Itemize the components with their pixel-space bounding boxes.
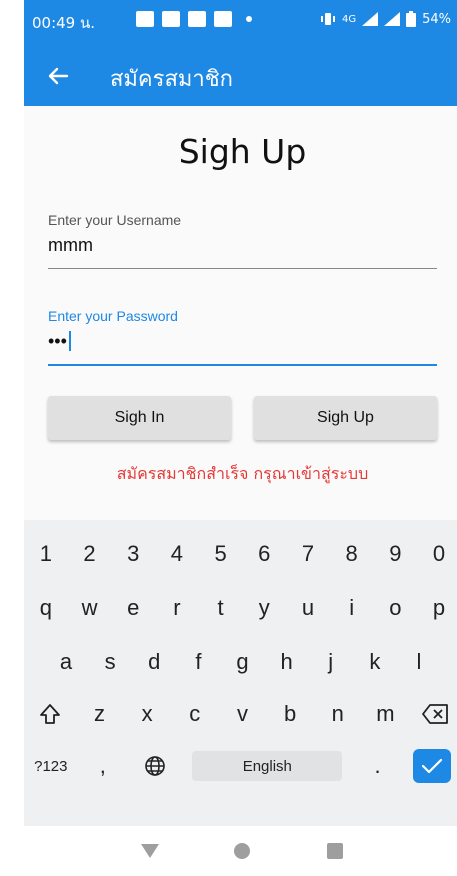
more-notifications-dot-icon: [246, 16, 252, 22]
battery-percent: 54%: [422, 11, 451, 27]
key-i[interactable]: i: [337, 586, 367, 630]
key-q[interactable]: q: [31, 586, 61, 630]
page-title: Sigh Up: [178, 132, 307, 171]
key-y[interactable]: y: [249, 586, 279, 630]
on-screen-keyboard: 1 2 3 4 5 6 7 8 9 0 q w e r t y u i o p …: [24, 520, 457, 826]
key-o[interactable]: o: [380, 586, 410, 630]
username-label: Enter your Username: [48, 212, 182, 228]
username-underline: [48, 268, 437, 269]
key-5[interactable]: 5: [206, 532, 236, 576]
system-status: 4G 54%: [320, 11, 451, 27]
key-1[interactable]: 1: [31, 532, 61, 576]
backspace-icon[interactable]: [418, 697, 452, 731]
phone-screen: 00:49 น. 4G 54% สมัครสมาชิก Sigh Up Ente…: [24, 0, 457, 876]
key-2[interactable]: 2: [75, 532, 105, 576]
key-x[interactable]: x: [132, 692, 162, 736]
nav-recents-icon[interactable]: [320, 836, 350, 866]
globe-icon[interactable]: [138, 749, 172, 783]
key-p[interactable]: p: [424, 586, 454, 630]
key-b[interactable]: b: [275, 692, 305, 736]
key-u[interactable]: u: [293, 586, 323, 630]
username-input[interactable]: mmm: [48, 232, 437, 258]
key-v[interactable]: v: [227, 692, 257, 736]
key-s[interactable]: s: [95, 640, 125, 684]
enter-check-icon[interactable]: [412, 749, 451, 783]
key-3[interactable]: 3: [118, 532, 148, 576]
status-bar: 00:49 น. 4G 54%: [24, 0, 457, 44]
battery-icon: [406, 11, 417, 27]
key-comma[interactable]: ,: [88, 744, 118, 788]
vibrate-icon: [320, 13, 335, 25]
key-period[interactable]: .: [363, 744, 393, 788]
key-z[interactable]: z: [84, 692, 114, 736]
password-masked-value: •••: [48, 330, 67, 351]
gallery-notification-icon: [136, 11, 154, 27]
system-nav-bar: [24, 826, 457, 876]
key-h[interactable]: h: [272, 640, 302, 684]
key-r[interactable]: r: [162, 586, 192, 630]
key-a[interactable]: a: [51, 640, 81, 684]
key-w[interactable]: w: [75, 586, 105, 630]
key-n[interactable]: n: [323, 692, 353, 736]
shift-icon[interactable]: [33, 697, 67, 731]
key-7[interactable]: 7: [293, 532, 323, 576]
app-bar-title: สมัครสมาชิก: [110, 67, 233, 92]
key-9[interactable]: 9: [380, 532, 410, 576]
signal-icon: [384, 12, 401, 26]
keyboard-row-qwerty: q w e r t y u i o p: [24, 586, 457, 630]
status-time: 00:49 น.: [32, 14, 96, 32]
key-d[interactable]: d: [139, 640, 169, 684]
key-f[interactable]: f: [183, 640, 213, 684]
keyboard-number-row: 1 2 3 4 5 6 7 8 9 0: [24, 532, 457, 576]
username-field[interactable]: Enter your Username mmm: [48, 212, 437, 270]
app-notification-icon: [214, 11, 232, 27]
app-bar: สมัครสมาชิก: [24, 44, 457, 106]
key-t[interactable]: t: [206, 586, 236, 630]
status-message: สมัครสมาชิกสำเร็จ กรุณาเข้าสู่ระบบ: [116, 464, 369, 483]
key-e[interactable]: e: [118, 586, 148, 630]
key-6[interactable]: 6: [249, 532, 279, 576]
keyboard-bottom-row: ?123 , English .: [24, 744, 457, 788]
key-symbols[interactable]: ?123: [34, 744, 67, 788]
key-space[interactable]: English: [192, 751, 343, 781]
nav-back-icon[interactable]: [135, 836, 165, 866]
sign-in-button[interactable]: Sigh In: [48, 396, 231, 440]
key-c[interactable]: c: [180, 692, 210, 736]
key-j[interactable]: j: [316, 640, 346, 684]
app-notification-icon: [188, 11, 206, 27]
key-0[interactable]: 0: [424, 532, 454, 576]
sign-up-button[interactable]: Sigh Up: [254, 396, 437, 440]
key-8[interactable]: 8: [337, 532, 367, 576]
back-arrow-icon[interactable]: [40, 58, 76, 94]
network-type: 4G: [341, 13, 357, 25]
signal-icon: [362, 12, 379, 26]
password-input[interactable]: •••: [48, 328, 437, 354]
discord-notification-icon: [162, 11, 180, 27]
keyboard-row-zxcv: z x c v b n m: [24, 692, 457, 736]
password-label: Enter your Password: [48, 308, 178, 324]
key-k[interactable]: k: [360, 640, 390, 684]
key-4[interactable]: 4: [162, 532, 192, 576]
key-m[interactable]: m: [370, 692, 400, 736]
key-g[interactable]: g: [227, 640, 257, 684]
nav-home-icon[interactable]: [227, 836, 257, 866]
text-cursor: [68, 331, 71, 351]
password-underline: [48, 364, 437, 366]
key-l[interactable]: l: [404, 640, 434, 684]
keyboard-row-asdf: a s d f g h j k l: [24, 640, 457, 684]
password-field[interactable]: Enter your Password •••: [48, 308, 437, 368]
notification-icons: [136, 11, 252, 27]
